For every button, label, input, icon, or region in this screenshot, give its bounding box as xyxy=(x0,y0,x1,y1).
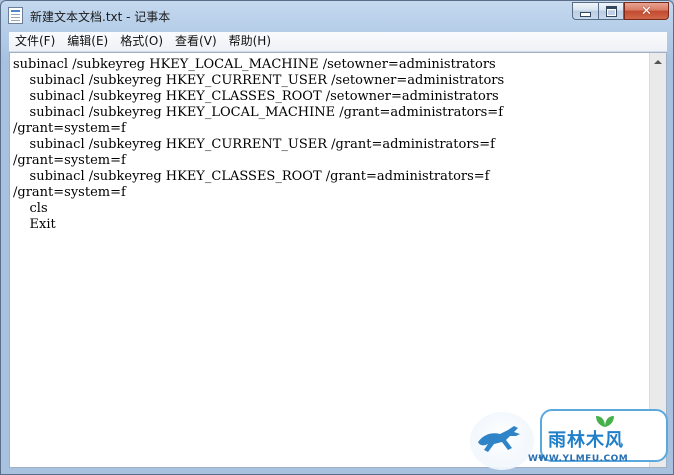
menu-edit[interactable]: 编辑(E) xyxy=(61,32,114,51)
vertical-scrollbar[interactable] xyxy=(649,53,666,467)
menu-help[interactable]: 帮助(H) xyxy=(223,32,277,51)
close-button[interactable]: ✕ xyxy=(624,2,669,20)
menu-bar: 文件(F) 编辑(E) 格式(O) 查看(V) 帮助(H) xyxy=(9,32,667,52)
window-title: 新建文本文档.txt - 记事本 xyxy=(30,10,171,24)
text-line: subinacl /subkeyreg HKEY_LOCAL_MACHINE /… xyxy=(13,105,504,120)
text-line: /grant=system=f xyxy=(13,153,126,168)
menu-format[interactable]: 格式(O) xyxy=(114,32,169,51)
text-editor[interactable]: subinacl /subkeyreg HKEY_LOCAL_MACHINE /… xyxy=(10,53,650,467)
text-line: /grant=system=f xyxy=(13,121,126,136)
text-line: subinacl /subkeyreg HKEY_CURRENT_USER /g… xyxy=(13,137,495,152)
notepad-window: 新建文本文档.txt - 记事本 ✕ 文件(F) 编辑(E) 格式(O) 查看(… xyxy=(0,0,674,475)
minimize-button[interactable] xyxy=(572,2,598,20)
text-line: /grant=system=f xyxy=(13,185,126,200)
caption-buttons: ✕ xyxy=(572,2,669,21)
text-line: subinacl /subkeyreg HKEY_CLASSES_ROOT /s… xyxy=(13,89,499,104)
text-line: subinacl /subkeyreg HKEY_CURRENT_USER /s… xyxy=(13,73,505,88)
watermark: 八 雨林木风 WWW.YLMFU.COM xyxy=(468,406,674,475)
text-line: subinacl /subkeyreg HKEY_CLASSES_ROOT /g… xyxy=(13,169,490,184)
scroll-up-button[interactable] xyxy=(650,53,666,70)
watermark-url: WWW.YLMFU.COM xyxy=(528,454,629,464)
text-line: subinacl /subkeyreg HKEY_LOCAL_MACHINE /… xyxy=(13,57,496,72)
close-icon: ✕ xyxy=(641,3,652,19)
text-line: Exit xyxy=(13,217,56,232)
horse-icon xyxy=(478,426,520,452)
minimize-icon xyxy=(580,12,591,17)
arrow-up-icon xyxy=(654,59,662,64)
watermark-logo-text: 雨林木风 xyxy=(548,430,624,451)
maximize-button[interactable] xyxy=(598,2,624,20)
text-line: cls xyxy=(13,201,48,216)
maximize-icon xyxy=(605,5,617,17)
title-bar[interactable]: 新建文本文档.txt - 记事本 ✕ xyxy=(1,1,673,31)
menu-file[interactable]: 文件(F) xyxy=(9,32,61,51)
notepad-icon[interactable] xyxy=(8,7,23,24)
menu-view[interactable]: 查看(V) xyxy=(169,32,223,51)
